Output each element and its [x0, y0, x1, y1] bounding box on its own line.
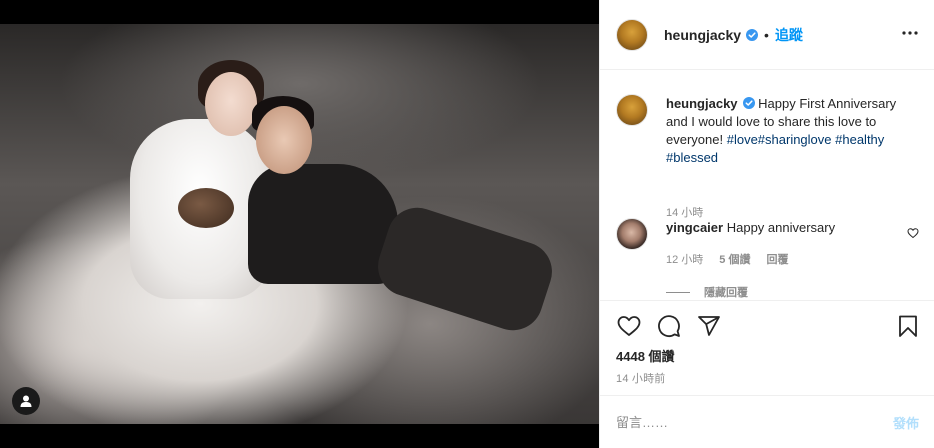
verified-badge-icon	[746, 28, 759, 41]
bookmark-icon	[899, 315, 917, 337]
comments-section[interactable]: heungjacky Happy First Anniversary and I…	[600, 70, 934, 300]
hashtag-love[interactable]: #love	[727, 132, 758, 147]
like-button[interactable]	[616, 313, 642, 339]
author-avatar[interactable]	[616, 18, 648, 51]
post-side-panel: heungjacky • 追蹤 heungjacky Happy First A…	[599, 0, 934, 448]
save-button[interactable]	[895, 313, 921, 339]
caption-username[interactable]: heungjacky	[666, 96, 738, 111]
photo-bride-face	[205, 72, 257, 136]
author-username[interactable]: heungjacky	[664, 27, 741, 43]
user-tag-icon	[20, 395, 32, 407]
comment-timestamp[interactable]: 12 小時	[666, 251, 703, 267]
user-tag-button[interactable]	[12, 387, 40, 415]
comment-body: Happy anniversary	[726, 220, 836, 235]
post-timestamp[interactable]: 14 小時前	[616, 370, 666, 386]
comment-meta: 12 小時 5 個讚 回覆	[666, 251, 788, 267]
more-options-icon	[902, 31, 918, 35]
caption-author-avatar[interactable]	[616, 94, 648, 126]
replies-divider-line	[666, 291, 690, 293]
comment-reply-button[interactable]: 回覆	[766, 251, 788, 267]
hide-replies-button[interactable]: 隱藏回覆	[666, 284, 748, 300]
small-heart-icon[interactable]	[907, 227, 919, 239]
hashtag-healthy[interactable]: #healthy	[835, 132, 884, 147]
hide-replies-label: 隱藏回覆	[704, 287, 748, 299]
comment-likes[interactable]: 5 個讚	[719, 251, 750, 267]
like-count[interactable]: 4448 個讚	[616, 346, 675, 365]
photo-groom-face	[256, 106, 312, 174]
more-options-button[interactable]	[901, 24, 919, 42]
comment-icon	[658, 315, 680, 337]
action-bar	[600, 300, 934, 352]
heart-icon	[617, 316, 641, 336]
comment-button[interactable]	[656, 313, 682, 339]
post-photo[interactable]	[0, 24, 599, 424]
caption-timestamp[interactable]: 14 小時	[666, 204, 703, 220]
add-comment-input[interactable]	[616, 414, 885, 430]
comment-text-block: yingcaier Happy anniversary	[666, 220, 835, 235]
post-header: heungjacky • 追蹤	[600, 0, 934, 70]
hashtag-blessed[interactable]: #blessed	[666, 150, 718, 165]
header-separator-dot: •	[764, 26, 769, 43]
commenter-username[interactable]: yingcaier	[666, 220, 723, 235]
photo-dog	[178, 188, 234, 228]
caption-verified-badge-icon	[742, 97, 755, 109]
follow-button[interactable]: 追蹤	[775, 25, 803, 45]
caption-text-block: heungjacky Happy First Anniversary and I…	[666, 95, 921, 167]
add-comment-bar: 發佈	[600, 395, 934, 448]
hashtag-sharinglove[interactable]: #sharinglove	[758, 132, 832, 147]
post-comment-button[interactable]: 發佈	[893, 413, 919, 432]
share-icon	[698, 316, 720, 336]
commenter-avatar[interactable]	[616, 218, 648, 250]
photo-groom-shirt	[248, 164, 398, 284]
post-media-pane	[0, 0, 599, 448]
photo-groom-legs	[370, 199, 560, 339]
share-button[interactable]	[696, 313, 722, 339]
